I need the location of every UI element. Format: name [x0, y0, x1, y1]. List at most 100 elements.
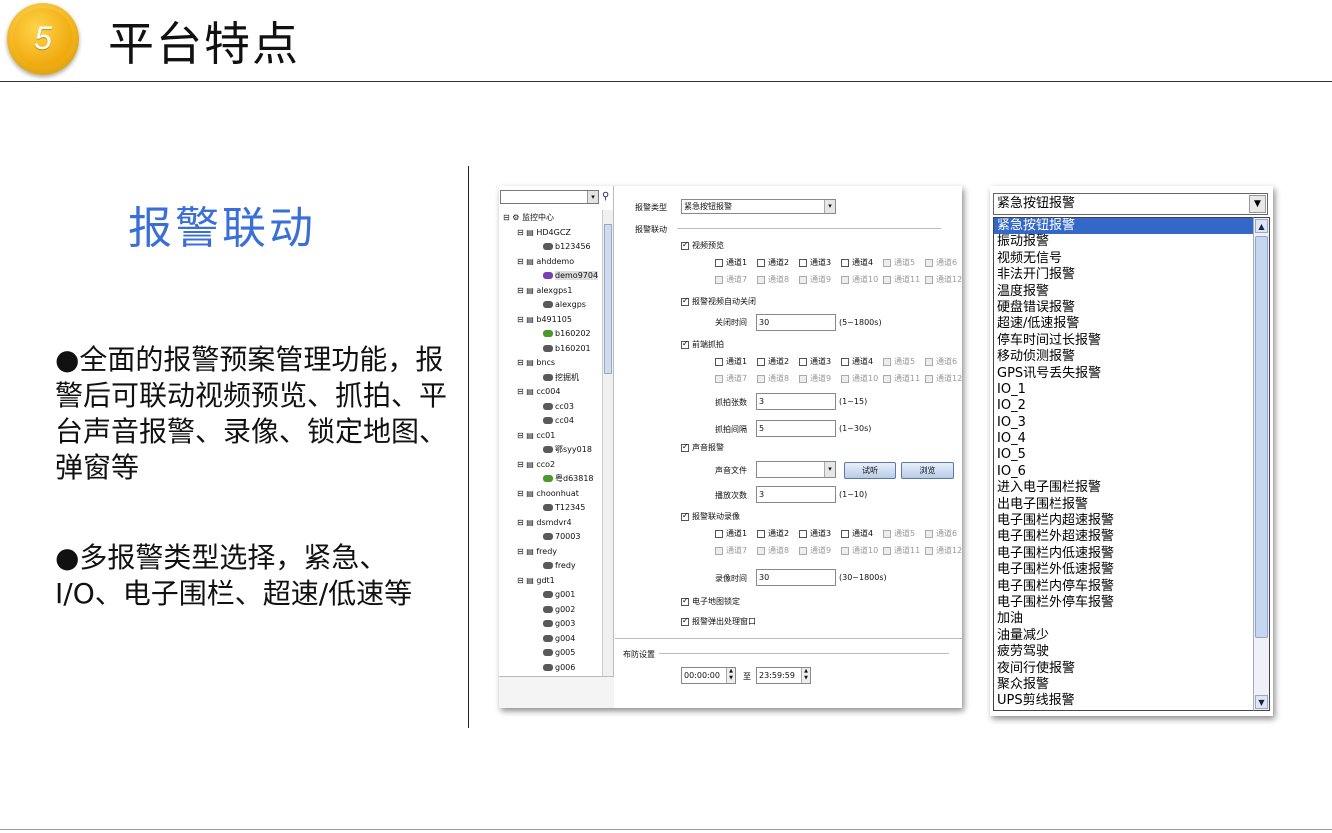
expand-icon[interactable]: ⊟ [517, 547, 526, 556]
channel-checkbox[interactable]: 通道9 [799, 373, 831, 384]
alarm-type-option[interactable]: 停车时间过长报警 [994, 333, 1253, 349]
checkbox-icon[interactable] [757, 546, 765, 555]
alarm-type-option[interactable]: UPS剪线报警 [994, 693, 1253, 709]
channel-checkbox[interactable]: 通道3 [799, 257, 831, 268]
alarm-type-option[interactable]: IO_2 [994, 398, 1253, 414]
checkbox-icon[interactable] [715, 374, 723, 383]
checkbox-icon[interactable] [883, 357, 891, 366]
alarm-type-select[interactable]: 紧急按钮报警 ▾ [681, 199, 836, 214]
checkbox-icon[interactable] [883, 374, 891, 383]
checkbox-icon[interactable] [757, 374, 765, 383]
tree-scroll-thumb[interactable] [604, 224, 612, 374]
tree-device-item[interactable]: 粤d63818 [543, 473, 594, 484]
checkbox-icon[interactable] [883, 275, 891, 284]
channel-checkbox[interactable]: 通道10 [841, 274, 878, 285]
checkbox-icon[interactable] [799, 258, 807, 267]
tree-group-item[interactable]: ⊟ ▤ cc01 [517, 430, 555, 441]
expand-icon[interactable]: ⊟ [517, 286, 526, 295]
alarm-type-option[interactable]: 疲劳驾驶 [994, 644, 1253, 660]
channel-checkbox[interactable]: 通道2 [757, 257, 789, 268]
alarm-type-option[interactable]: 进入电子围栏报警 [994, 480, 1253, 496]
map-lock-option[interactable]: 电子地图锁定 [681, 596, 740, 607]
alarm-type-option[interactable]: IO_5 [994, 447, 1253, 463]
browse-button[interactable]: 浏览 [901, 462, 954, 479]
channel-checkbox[interactable]: 通道6 [925, 356, 957, 367]
checkbox-icon[interactable] [925, 275, 933, 284]
checkbox-icon[interactable] [757, 357, 765, 366]
channel-checkbox[interactable]: 通道1 [715, 528, 747, 539]
channel-checkbox[interactable]: 通道1 [715, 356, 747, 367]
chevron-down-icon[interactable]: ▾ [824, 200, 835, 213]
tree-group-item[interactable]: ⊟ ▤ choonhuat [517, 488, 579, 499]
alarm-type-option[interactable]: IO_1 [994, 382, 1253, 398]
expand-icon[interactable]: ⊟ [517, 228, 526, 237]
checkbox-icon[interactable] [925, 258, 933, 267]
alarm-type-option[interactable]: 超速/低速报警 [994, 316, 1253, 332]
alarm-type-option[interactable]: 非法开门报警 [994, 267, 1253, 283]
checkbox-icon[interactable] [925, 529, 933, 538]
expand-icon[interactable]: ⊟ [517, 387, 526, 396]
checkbox-icon[interactable] [681, 296, 689, 306]
checkbox-icon[interactable] [799, 546, 807, 555]
tree-device-item[interactable]: g003 [543, 618, 575, 629]
channel-checkbox[interactable]: 通道11 [883, 373, 920, 384]
checkbox-icon[interactable] [883, 258, 891, 267]
expand-icon[interactable]: ⊟ [517, 315, 526, 324]
channel-checkbox[interactable]: 通道8 [757, 274, 789, 285]
alarm-type-option[interactable]: 聚众报警 [994, 677, 1253, 693]
tree-search-combo[interactable]: ▾ [500, 190, 599, 204]
tree-device-item[interactable]: g004 [543, 633, 575, 644]
checkbox-icon[interactable] [715, 258, 723, 267]
spinner-icon[interactable]: ▲ ▼ [801, 668, 810, 683]
tree-device-item[interactable]: cc04 [543, 415, 574, 426]
checkbox-icon[interactable] [925, 374, 933, 383]
tree-scrollbar[interactable] [602, 210, 613, 676]
tree-device-item[interactable]: 70003 [543, 531, 580, 542]
search-icon[interactable]: ⚲ [602, 191, 609, 202]
checkbox-icon[interactable] [799, 374, 807, 383]
alarm-type-option[interactable]: 振动报警 [994, 234, 1253, 250]
options-scroll-thumb[interactable] [1255, 236, 1268, 638]
expand-icon[interactable]: ⊟ [517, 460, 526, 469]
alarm-type-option[interactable]: 电子围栏内超速报警 [994, 513, 1253, 529]
channel-checkbox[interactable]: 通道3 [799, 528, 831, 539]
alarm-type-option[interactable]: IO_4 [994, 431, 1253, 447]
checkbox-icon[interactable] [799, 275, 807, 284]
channel-checkbox[interactable]: 通道4 [841, 356, 873, 367]
channel-checkbox[interactable]: 通道4 [841, 528, 873, 539]
checkbox-icon[interactable] [757, 529, 765, 538]
checkbox-icon[interactable] [925, 546, 933, 555]
checkbox-icon[interactable] [883, 546, 891, 555]
channel-checkbox[interactable]: 通道5 [883, 257, 915, 268]
checkbox-icon[interactable] [841, 275, 849, 284]
channel-checkbox[interactable]: 通道8 [757, 545, 789, 556]
alarm-type-option[interactable]: 电子围栏外超速报警 [994, 529, 1253, 545]
capture-interval-input[interactable]: 5 [756, 420, 836, 437]
alarm-type-option[interactable]: 电子围栏内低速报警 [994, 546, 1253, 562]
tree-device-item[interactable]: g005 [543, 647, 575, 658]
sound-file-select[interactable]: ▾ [756, 461, 836, 478]
tree-device-item[interactable]: 挖掘机 [543, 372, 579, 383]
expand-icon[interactable]: ⊟ [517, 257, 526, 266]
expand-icon[interactable]: ⊟ [517, 358, 526, 367]
alarm-type-option[interactable]: 加油 [994, 611, 1253, 627]
alarm-type-option[interactable]: IO_3 [994, 415, 1253, 431]
tree-group-item[interactable]: ⊟ ▤ dsmdvr4 [517, 517, 572, 528]
channel-checkbox[interactable]: 通道12 [925, 373, 962, 384]
video-preview-option[interactable]: 视频预览 [681, 240, 724, 251]
alarm-type-combo[interactable]: 紧急按钮报警 ▼ [993, 193, 1268, 215]
scroll-down-icon[interactable]: ▼ [1255, 695, 1268, 709]
checkbox-icon[interactable] [799, 357, 807, 366]
test-listen-button[interactable]: 试听 [844, 462, 896, 479]
popup-option[interactable]: 报警弹出处理窗口 [681, 616, 756, 627]
channel-checkbox[interactable]: 通道12 [925, 274, 962, 285]
expand-icon[interactable]: ⊟ [517, 576, 526, 585]
tree-group-item[interactable]: ⊟ ▤ ahddemo [517, 256, 574, 267]
checkbox-icon[interactable] [841, 357, 849, 366]
channel-checkbox[interactable]: 通道11 [883, 274, 920, 285]
tree-group-item[interactable]: ⊟ ▤ alexgps1 [517, 285, 572, 296]
checkbox-icon[interactable] [925, 357, 933, 366]
tree-device-item[interactable]: b160201 [543, 343, 591, 354]
chevron-down-icon[interactable]: ▾ [587, 191, 598, 203]
auto-close-option[interactable]: 报警视频自动关闭 [681, 296, 756, 307]
